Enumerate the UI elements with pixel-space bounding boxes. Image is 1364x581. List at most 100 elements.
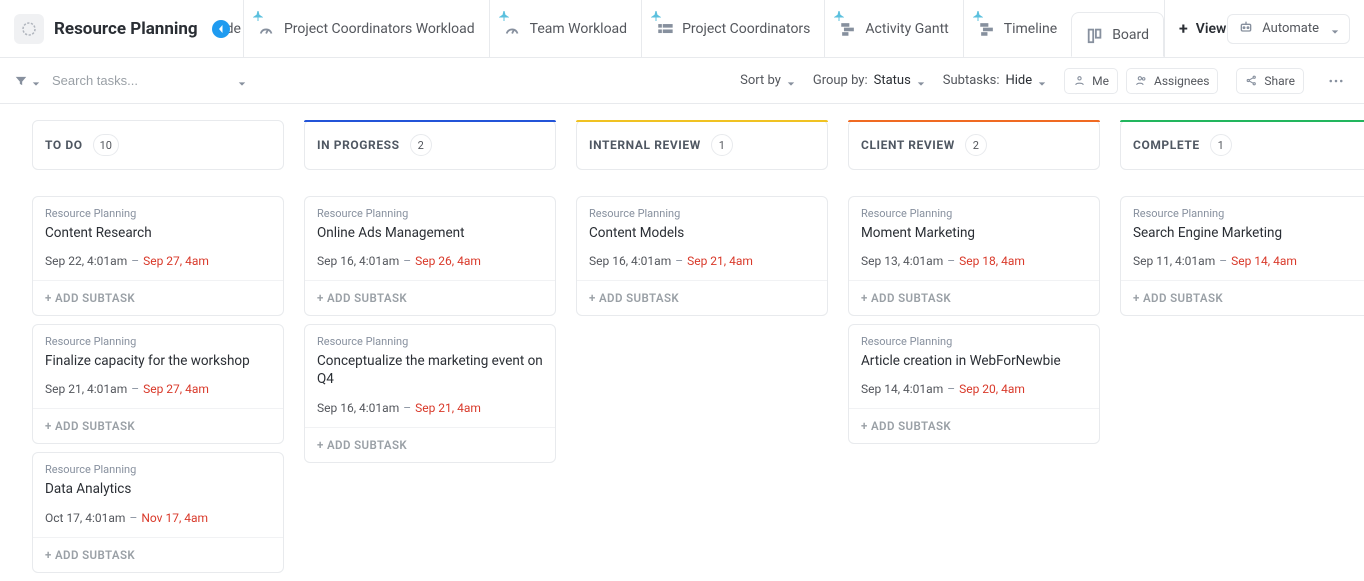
add-subtask-button[interactable]: ADD SUBTASK (1121, 280, 1364, 315)
task-card[interactable]: Resource PlanningData AnalyticsOct 17, 4… (32, 452, 284, 572)
add-view-label: View (1196, 21, 1227, 37)
me-filter-button[interactable]: Me (1064, 68, 1118, 94)
card-title: Conceptualize the marketing event on Q4 (317, 352, 543, 388)
task-card[interactable]: Resource PlanningContent ModelsSep 16, 4… (576, 196, 828, 316)
tab-workload1[interactable]: Project Coordinators Workload (243, 0, 489, 57)
task-card[interactable]: Resource PlanningContent ResearchSep 22,… (32, 196, 284, 316)
gantt-icon (978, 20, 996, 38)
add-view-button[interactable]: +View (1164, 0, 1227, 57)
card-breadcrumb: Resource Planning (1133, 207, 1359, 220)
share-label: Share (1264, 74, 1295, 88)
scroll-views-left-button[interactable] (210, 18, 232, 40)
column-count-badge: 1 (1210, 134, 1232, 156)
assignees-filter-button[interactable]: Assignees (1126, 68, 1218, 94)
filter-button[interactable] (14, 74, 40, 88)
start-date: Sep 22, 4:01am (45, 254, 127, 268)
tab-label: Board (1112, 27, 1149, 43)
list-icon (656, 20, 674, 38)
column: CLIENT REVIEW2 Resource PlanningMoment Ma… (848, 120, 1100, 581)
workload-icon (258, 20, 276, 38)
subtasks-toggle-button[interactable]: Subtasks: Hide (943, 73, 1046, 88)
start-date: Oct 17, 4:01am (45, 511, 125, 525)
more-options-button[interactable] (1322, 67, 1350, 95)
add-subtask-button[interactable]: ADD SUBTASK (33, 537, 283, 572)
chevron-down-icon (1331, 25, 1339, 33)
folder-icon (14, 14, 44, 44)
workload-icon (504, 20, 522, 38)
add-subtask-button[interactable]: ADD SUBTASK (305, 280, 555, 315)
task-card[interactable]: Resource PlanningFinalize capacity for t… (32, 324, 284, 444)
sort-by-button[interactable]: Sort by (740, 73, 795, 88)
column-header[interactable]: TO DO 10 (32, 120, 284, 170)
board: TO DO 10 Resource PlanningContent Research… (0, 104, 1364, 581)
search-options-button[interactable] (238, 77, 246, 85)
column-title: COMPLETE (1133, 138, 1200, 152)
toolbar-right: Sort by Group by: Status Subtasks: Hide … (740, 67, 1350, 95)
tab-label: Project Coordinators Workload (284, 21, 475, 37)
card-dates: Sep 11, 4:01am–Sep 14, 4am (1133, 254, 1359, 268)
add-subtask-button[interactable]: ADD SUBTASK (849, 280, 1099, 315)
group-value: Status (874, 73, 911, 88)
task-card[interactable]: Resource PlanningMoment MarketingSep 13,… (848, 196, 1100, 316)
end-date: Nov 17, 4am (141, 511, 208, 525)
assignees-label: Assignees (1154, 74, 1209, 88)
column-header[interactable]: CLIENT REVIEW2 (848, 120, 1100, 170)
start-date: Sep 14, 4:01am (861, 382, 943, 396)
column-header[interactable]: COMPLETE 1 (1120, 120, 1364, 170)
card-dates: Sep 14, 4:01am–Sep 20, 4am (861, 382, 1087, 396)
chevron-down-icon (787, 77, 795, 85)
add-subtask-button[interactable]: ADD SUBTASK (33, 408, 283, 443)
tab-timeline[interactable]: Timeline (963, 0, 1071, 57)
automate-button[interactable]: Automate (1227, 14, 1350, 44)
end-date: Sep 20, 4am (959, 382, 1025, 396)
column-count-badge: 10 (93, 134, 119, 156)
topbar-right: Automate (1227, 14, 1364, 44)
tab-board[interactable]: Board (1071, 12, 1164, 57)
task-card[interactable]: Resource Planning Search Engine Marketing… (1120, 196, 1364, 316)
column-header[interactable]: INTERNAL REVIEW1 (576, 120, 828, 170)
tab-label: Activity Gantt (865, 21, 948, 37)
group-label: Group by: (813, 73, 868, 88)
page-title: Resource Planning (54, 19, 198, 39)
me-label: Me (1092, 74, 1109, 88)
search-input[interactable] (50, 72, 230, 89)
automate-label: Automate (1262, 21, 1319, 36)
share-button[interactable]: Share (1236, 68, 1304, 94)
card-breadcrumb: Resource Planning (861, 207, 1087, 220)
end-date: Sep 21, 4am (687, 254, 753, 268)
column: INTERNAL REVIEW1 Resource PlanningContent… (576, 120, 828, 581)
column-title: TO DO (45, 138, 83, 152)
cards-container: Resource PlanningMoment MarketingSep 13,… (848, 196, 1100, 444)
column-count-badge: 1 (711, 134, 733, 156)
pill-group: Me Assignees (1064, 68, 1218, 94)
add-subtask-button[interactable]: ADD SUBTASK (305, 427, 555, 462)
cards-container: Resource Planning Search Engine Marketing… (1120, 196, 1364, 316)
users-icon (1135, 74, 1148, 87)
task-card[interactable]: Resource PlanningArticle creation in Web… (848, 324, 1100, 444)
group-by-button[interactable]: Group by: Status (813, 73, 925, 88)
tab-workload2[interactable]: Team Workload (489, 0, 641, 57)
column-header[interactable]: IN PROGRESS2 (304, 120, 556, 170)
toolbar-left (14, 72, 240, 89)
start-date: Sep 16, 4:01am (317, 401, 399, 415)
start-date: Sep 16, 4:01am (317, 254, 399, 268)
end-date: Sep 21, 4am (415, 401, 481, 415)
task-card[interactable]: Resource PlanningConceptualize the marke… (304, 324, 556, 462)
chevron-down-icon (32, 77, 40, 85)
tab-label: Team Workload (530, 21, 627, 37)
card-breadcrumb: Resource Planning (861, 335, 1087, 348)
add-subtask-button[interactable]: ADD SUBTASK (33, 280, 283, 315)
search-wrap (50, 72, 240, 89)
card-dates: Sep 16, 4:01am–Sep 21, 4am (589, 254, 815, 268)
card-breadcrumb: Resource Planning (45, 463, 271, 476)
column-count-badge: 2 (965, 134, 987, 156)
card-title: Search Engine Marketing (1133, 224, 1359, 242)
card-breadcrumb: Resource Planning (45, 207, 271, 220)
add-subtask-button[interactable]: ADD SUBTASK (577, 280, 827, 315)
task-card[interactable]: Resource PlanningOnline Ads ManagementSe… (304, 196, 556, 316)
tab-list1[interactable]: Project Coordinators (641, 0, 824, 57)
tab-gantt[interactable]: Activity Gantt (824, 0, 962, 57)
end-date: Sep 27, 4am (143, 254, 209, 268)
add-subtask-button[interactable]: ADD SUBTASK (849, 408, 1099, 443)
sort-label: Sort by (740, 73, 781, 88)
